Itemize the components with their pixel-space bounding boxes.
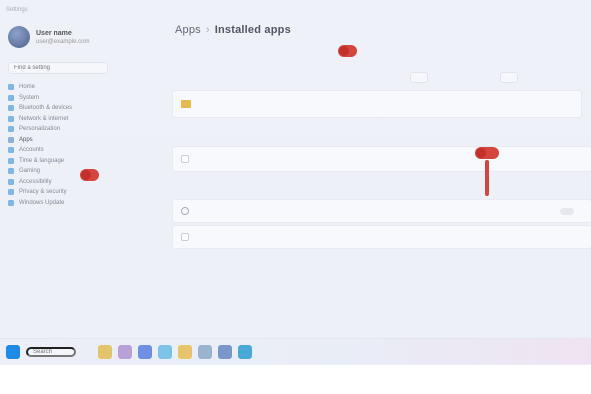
breadcrumb-parent[interactable]: Apps bbox=[175, 24, 201, 36]
folder-icon bbox=[181, 100, 191, 108]
sidebar-item-apps[interactable]: Apps bbox=[8, 135, 148, 146]
home-icon bbox=[8, 84, 14, 91]
sidebar-nav: Home System Bluetooth & devices Network … bbox=[8, 82, 148, 208]
start-button[interactable] bbox=[6, 345, 20, 359]
setting-card-1[interactable] bbox=[172, 90, 582, 118]
sidebar-item-label: Accessibility bbox=[19, 178, 52, 185]
taskbar-app-icon[interactable] bbox=[98, 345, 112, 359]
sidebar-item-accounts[interactable]: Accounts bbox=[8, 145, 148, 156]
toggle-switch[interactable] bbox=[560, 208, 574, 215]
taskbar-app-icon[interactable] bbox=[138, 345, 152, 359]
taskbar-apps bbox=[98, 345, 252, 359]
sidebar-item-label: Apps bbox=[19, 136, 33, 143]
controller-icon bbox=[8, 168, 14, 175]
sidebar-item-system[interactable]: System bbox=[8, 93, 148, 104]
sidebar-item-label: Accounts bbox=[19, 147, 44, 154]
user-profile[interactable]: User name user@example.com bbox=[8, 26, 89, 48]
taskbar-app-icon[interactable] bbox=[158, 345, 172, 359]
sidebar-item-privacy[interactable]: Privacy & security bbox=[8, 187, 148, 198]
user-name: User name bbox=[36, 29, 72, 37]
checkbox[interactable] bbox=[181, 233, 189, 241]
sidebar-item-label: Personalization bbox=[19, 126, 61, 133]
sidebar-item-label: Gaming bbox=[19, 168, 41, 175]
taskbar-app-icon[interactable] bbox=[178, 345, 192, 359]
sidebar-item-label: Bluetooth & devices bbox=[19, 105, 73, 112]
apps-icon bbox=[8, 136, 14, 143]
sidebar-item-label: Time & language bbox=[19, 157, 65, 164]
shield-icon bbox=[8, 189, 14, 196]
sidebar: User name user@example.com Home System B… bbox=[0, 0, 160, 330]
system-icon bbox=[8, 94, 14, 101]
sidebar-item-label: Network & internet bbox=[19, 115, 69, 122]
section-button-1[interactable] bbox=[410, 72, 428, 83]
setting-card-4[interactable] bbox=[172, 225, 591, 249]
sidebar-item-network[interactable]: Network & internet bbox=[8, 114, 148, 125]
page-title: Installed apps bbox=[214, 24, 291, 36]
annotation-arrow bbox=[485, 160, 489, 196]
sidebar-item-label: System bbox=[19, 94, 40, 101]
taskbar bbox=[0, 338, 591, 364]
search-input[interactable] bbox=[8, 62, 108, 74]
breadcrumb: Apps › Installed apps bbox=[175, 24, 291, 36]
taskbar-app-icon[interactable] bbox=[238, 345, 252, 359]
sidebar-item-label: Windows Update bbox=[19, 199, 65, 206]
section-button-2[interactable] bbox=[500, 72, 518, 83]
taskbar-app-icon[interactable] bbox=[118, 345, 132, 359]
sidebar-item-label: Privacy & security bbox=[19, 189, 67, 196]
sidebar-item-personalization[interactable]: Personalization bbox=[8, 124, 148, 135]
taskbar-app-icon[interactable] bbox=[198, 345, 212, 359]
setting-card-3[interactable] bbox=[172, 199, 591, 223]
avatar[interactable] bbox=[8, 26, 30, 48]
breadcrumb-separator: › bbox=[205, 24, 210, 36]
globe-icon bbox=[8, 157, 14, 164]
sidebar-item-time-language[interactable]: Time & language bbox=[8, 156, 148, 167]
sidebar-item-label: Home bbox=[19, 84, 36, 91]
annotation-marker-top bbox=[338, 45, 357, 57]
desktop-screen: Settings User name user@example.com Home… bbox=[0, 0, 591, 365]
bluetooth-icon bbox=[8, 105, 14, 112]
sidebar-item-gaming[interactable]: Gaming bbox=[8, 166, 148, 177]
sidebar-item-update[interactable]: Windows Update bbox=[8, 198, 148, 209]
setting-card-2[interactable] bbox=[172, 146, 591, 172]
sidebar-item-home[interactable]: Home bbox=[8, 82, 148, 93]
gear-icon bbox=[181, 207, 189, 215]
brush-icon bbox=[8, 126, 14, 133]
blank-area bbox=[0, 365, 591, 394]
update-icon bbox=[8, 199, 14, 206]
checkbox[interactable] bbox=[181, 155, 189, 163]
taskbar-app-icon[interactable] bbox=[218, 345, 232, 359]
taskbar-search-input[interactable] bbox=[26, 347, 76, 357]
network-icon bbox=[8, 115, 14, 122]
person-icon bbox=[8, 147, 14, 154]
annotation-marker-right bbox=[475, 147, 499, 159]
annotation-marker-sidebar bbox=[80, 169, 99, 181]
sidebar-item-bluetooth[interactable]: Bluetooth & devices bbox=[8, 103, 148, 114]
sidebar-item-accessibility[interactable]: Accessibility bbox=[8, 177, 148, 188]
user-email: user@example.com bbox=[36, 38, 90, 45]
accessibility-icon bbox=[8, 178, 14, 185]
